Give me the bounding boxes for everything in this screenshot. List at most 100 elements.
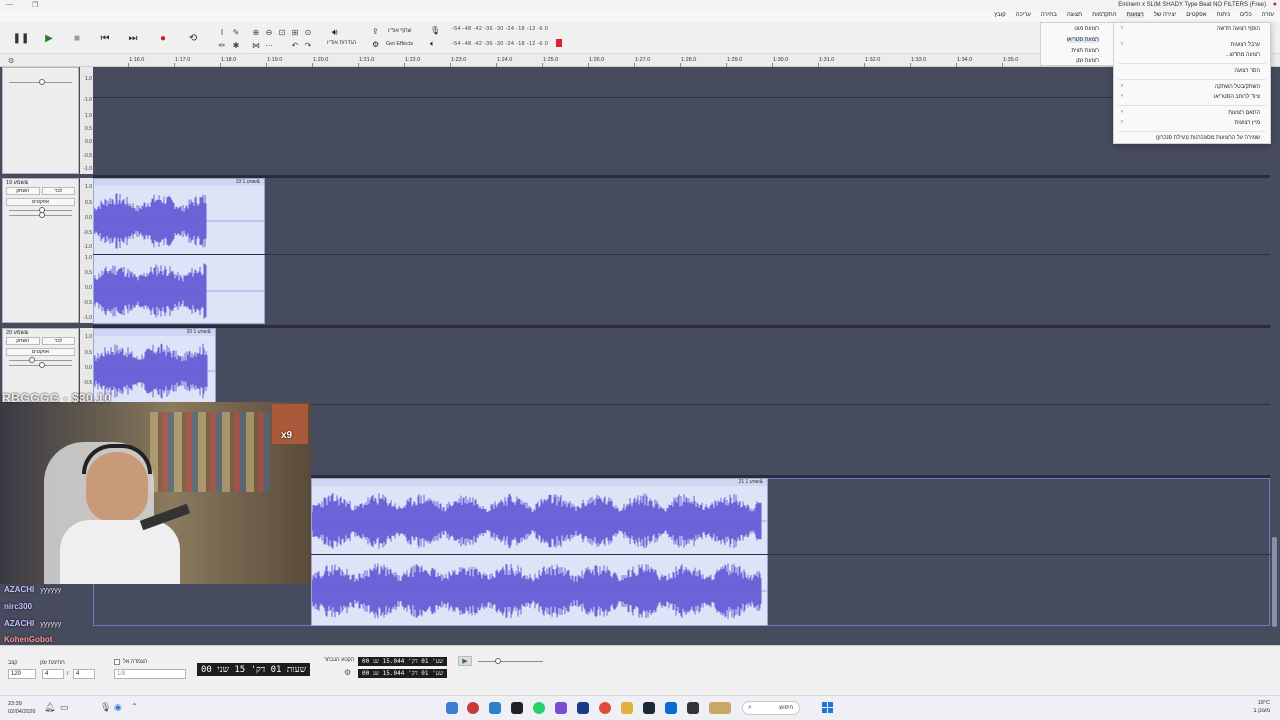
gain-slider-19[interactable] — [9, 207, 72, 213]
selection-settings-icon[interactable]: ⚙ — [344, 668, 351, 677]
loop-button[interactable]: ⟲ — [182, 27, 204, 49]
app-purple-icon[interactable] — [555, 702, 567, 714]
menu-tracks[interactable]: רצועות — [1126, 12, 1144, 18]
mute-button-19[interactable]: השתק — [6, 187, 40, 195]
menu-help[interactable]: עזרה — [1262, 12, 1274, 18]
effects-button-19[interactable]: אפקטים — [6, 198, 75, 206]
files-app-icon[interactable] — [446, 702, 458, 714]
time-display[interactable]: 00 שעות 01 דק' 15 שני — [197, 663, 311, 676]
menu-align-tracks[interactable]: התאם רצועות — [1228, 110, 1260, 116]
track-name-19[interactable]: שמע 19& — [3, 179, 78, 187]
mic-tray-icon[interactable]: 🎙︎ — [100, 702, 111, 713]
menu-generate[interactable]: יצירה של — [1154, 12, 1176, 18]
play-button[interactable]: ▶ — [38, 27, 60, 49]
display-icon[interactable]: ▭ — [60, 702, 69, 713]
speaker-icon[interactable]: 🔊︎ — [332, 27, 338, 38]
notifications-icon[interactable]: 🔔︎ — [44, 702, 55, 713]
share-icon[interactable]: ⇪ — [372, 27, 379, 36]
draw-tool-icon[interactable]: ✏ — [217, 40, 227, 50]
snap-checkbox[interactable] — [114, 659, 120, 665]
menu-edit[interactable]: עריכה — [1016, 12, 1031, 18]
submenu-mono-track[interactable]: רצועת מונו — [1074, 26, 1099, 32]
menu-add-new-track[interactable]: הוסף רצועה חדשה — [1217, 26, 1260, 32]
pan-slider-20[interactable] — [9, 362, 72, 368]
submenu-time-track[interactable]: רצועת זמן — [1076, 58, 1099, 64]
audio-setup-label[interactable]: הגדרות אודיו — [327, 40, 356, 46]
trim-icon[interactable]: ⋈ — [251, 40, 261, 50]
menu-tools[interactable]: כלים — [1240, 12, 1252, 18]
fit-selection-icon[interactable]: ⊡ — [277, 27, 287, 37]
menu-select[interactable]: בחירה — [1041, 12, 1057, 18]
play-at-speed-button[interactable]: ▶ — [458, 656, 472, 666]
track-control-panel-19[interactable]: שמע 19& השתק לבד אפקטים — [2, 178, 79, 323]
whatsapp-icon[interactable] — [533, 702, 545, 714]
playback-meter-scale[interactable]: -54 -48 -42 -36 -30 -24 -18 -12 -6 0 — [452, 41, 548, 47]
record-button[interactable]: ● — [152, 27, 174, 49]
clip-header-19[interactable]: שמע 1 19& — [94, 179, 264, 186]
pan-slider[interactable] — [9, 79, 72, 85]
solo-button-19[interactable]: לבד — [41, 187, 75, 195]
folder-icon[interactable] — [621, 702, 633, 714]
solo-button-20[interactable]: לבד — [41, 337, 75, 345]
menu-mute-unmute[interactable]: השתק/בטל השתקה — [1215, 84, 1260, 90]
tray-overflow-icon[interactable]: ⌃ — [131, 702, 138, 711]
menu-resample-track[interactable]: רצועה מחדש... — [1225, 52, 1260, 58]
weather-desc[interactable]: מעונן ב — [1253, 708, 1270, 714]
zoom-toggle-icon[interactable]: ⊙ — [303, 27, 313, 37]
restore-icon[interactable]: ❐ — [32, 1, 38, 9]
clip-header-21[interactable]: שמע 1 21& — [312, 479, 767, 486]
mute-button-20[interactable]: השתק — [6, 337, 40, 345]
audio-clip-19[interactable]: שמע 1 19& — [93, 178, 265, 324]
stop-button[interactable]: ■ — [66, 27, 88, 49]
pause-button[interactable]: ❚❚ — [10, 27, 32, 49]
app-red-icon[interactable] — [467, 702, 479, 714]
clip-header-20[interactable]: שמע 1 20& — [94, 329, 215, 336]
snap-select[interactable]: 1/8 — [114, 669, 186, 679]
minimize-icon[interactable]: — — [6, 1, 13, 8]
windows-start-icon[interactable] — [822, 702, 833, 713]
menu-analyze[interactable]: ניתוח — [1217, 12, 1230, 18]
effects-button-20[interactable]: אפקטים — [6, 348, 75, 356]
selection-start[interactable]: 00 שע' 01 דק' 15.044 שנ — [358, 657, 448, 666]
app-store-icon[interactable] — [665, 702, 677, 714]
gain-slider-20[interactable] — [9, 357, 72, 363]
selection-end[interactable]: 00 שע' 01 דק' 15.044 שנ — [358, 669, 448, 678]
time-signature-denominator[interactable]: 4 — [73, 669, 95, 679]
menu-mix-tracks[interactable]: ערבל רצועות — [1231, 42, 1260, 48]
pan-slider-19[interactable] — [9, 212, 72, 218]
effects-icon[interactable]: ⚙ — [372, 40, 379, 49]
submenu-stereo-track[interactable]: רצועת סטריאו — [1066, 37, 1099, 43]
ruler-settings-icon[interactable]: ⚙ — [8, 57, 14, 65]
app-dark-icon[interactable] — [687, 702, 699, 714]
time-signature-numerator[interactable]: 4 — [42, 669, 64, 679]
get-effects-button[interactable]: Get Effects — [386, 41, 413, 47]
taskbar-search[interactable]: חיפוש ⌕ — [742, 701, 800, 715]
clock-time[interactable]: 23:39 — [8, 701, 22, 707]
menu-remove-track[interactable]: הסר רצועה — [1234, 68, 1260, 74]
menu-pan[interactable]: ציוד לרוחב הסטריאו — [1214, 94, 1260, 100]
vertical-scrollbar[interactable] — [1272, 537, 1277, 627]
play-speed-knob[interactable] — [495, 658, 501, 664]
tempo-field[interactable]: 120 — [8, 669, 36, 679]
network-icon[interactable]: ◉ — [114, 702, 122, 713]
menu-transport[interactable]: התקדמות — [1092, 12, 1116, 18]
menu-view[interactable]: תצוגה — [1067, 12, 1082, 18]
fit-project-icon[interactable]: ⊞ — [290, 27, 300, 37]
zoom-out-icon[interactable]: ⊖ — [264, 27, 274, 37]
menu-sync-lock[interactable]: שמירה על הרצועות מסונכרנות (נעילת סנכרון… — [1156, 135, 1260, 141]
menu-effects[interactable]: אפקטים — [1186, 12, 1206, 18]
zoom-in-icon[interactable]: ⊕ — [251, 27, 261, 37]
clock-date[interactable]: 02/04/2026 — [8, 709, 36, 715]
skip-end-button[interactable]: ⏭ — [122, 27, 144, 49]
record-meter-scale[interactable]: -54 -48 -42 -36 -30 -24 -18 -12 -6 0 — [452, 26, 548, 32]
widget-image-icon[interactable] — [709, 702, 731, 714]
chrome-icon[interactable] — [599, 702, 611, 714]
terminal-icon[interactable] — [511, 702, 523, 714]
undo-icon[interactable]: ↶ — [290, 40, 300, 50]
track-name-20[interactable]: שמע 20& — [3, 329, 78, 337]
silence-icon[interactable]: ⋯ — [264, 40, 274, 50]
submenu-label-track[interactable]: רצועת תווית — [1071, 48, 1099, 54]
weather-temp[interactable]: 18°C — [1258, 700, 1270, 706]
redo-icon[interactable]: ↷ — [303, 40, 313, 50]
share-audio-button[interactable]: שתף אודיו — [388, 28, 412, 34]
